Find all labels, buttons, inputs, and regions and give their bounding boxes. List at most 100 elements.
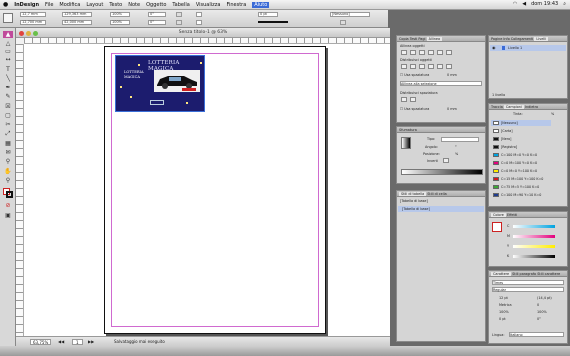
tab-testi[interactable]: Testi (410, 37, 418, 41)
menu-indesign[interactable]: InDesign (14, 2, 39, 8)
wifi-icon[interactable]: ◠ (513, 1, 517, 7)
distribute-bottom-icon[interactable] (419, 64, 425, 69)
lottery-advert-image[interactable]: LOTTERIA MAGICA LOTTERIA MAGICA (115, 55, 205, 112)
tab-copia[interactable]: Copia (399, 37, 409, 41)
horizontal-scale-field[interactable]: 100% (537, 310, 547, 314)
fill-stroke-swatch-icon[interactable] (3, 188, 13, 198)
tab-carattere[interactable]: Carattere (491, 272, 512, 276)
line-tool-icon[interactable]: ╲ (3, 75, 13, 82)
effects-button[interactable] (340, 20, 346, 25)
menu-layout[interactable]: Layout (86, 2, 103, 8)
fill-swatch[interactable] (196, 12, 202, 17)
spacing-value2[interactable]: 0 mm (447, 107, 457, 111)
hand-tool-icon[interactable]: ✋ (3, 168, 13, 175)
use-spacing2-checkbox[interactable]: ☐ Usa spaziatura (400, 107, 429, 111)
menu-visualizza[interactable]: Visualizza (196, 2, 221, 8)
table-style-row[interactable]: [Tabella di base] (398, 206, 484, 212)
first-page-icon[interactable]: ◀◀ (58, 337, 64, 346)
c-slider[interactable] (513, 225, 555, 228)
flip-v-button[interactable] (176, 20, 182, 25)
language-select[interactable]: Italiano (509, 332, 564, 337)
tab-pagi[interactable]: Pagi (418, 37, 425, 41)
gradient-ramp[interactable] (401, 169, 483, 175)
close-window-icon[interactable] (19, 31, 24, 36)
minimize-window-icon[interactable] (26, 31, 31, 36)
type-tool-icon[interactable]: T (3, 66, 13, 73)
scissors-tool-icon[interactable]: ✂ (3, 121, 13, 128)
swatch-item[interactable]: [Registro] (491, 144, 551, 150)
spacing-value[interactable]: 0 mm (447, 73, 457, 77)
swatch-item[interactable]: [Nessuno] (491, 120, 551, 126)
rectangle-tool-icon[interactable]: ▢ (3, 112, 13, 119)
distribute-top-icon[interactable] (401, 64, 407, 69)
vertical-scale-field[interactable]: 100% (499, 310, 509, 314)
free-transform-tool-icon[interactable]: ⤢ (3, 130, 13, 137)
tab-campioni[interactable]: Campioni (503, 105, 524, 109)
kerning-field[interactable]: Metrica (499, 303, 512, 307)
distribute-left-icon[interactable] (428, 64, 434, 69)
align-to-select[interactable]: Allinea alla selezione (400, 81, 482, 86)
align-hcenter-icon[interactable] (410, 50, 416, 55)
shear-field[interactable]: 0° (148, 20, 166, 25)
swatch-item[interactable]: C=0 M=0 Y=100 K=0 (491, 168, 551, 174)
scale-x-field[interactable]: 100% (110, 12, 130, 17)
zoom-window-icon[interactable] (33, 31, 38, 36)
font-style-select[interactable]: Regular (492, 287, 564, 292)
menu-testo[interactable]: Testo (109, 2, 122, 8)
pencil-tool-icon[interactable]: ✎ (3, 93, 13, 100)
y-slider[interactable] (513, 245, 555, 248)
distribute-hspace-icon[interactable] (410, 97, 416, 102)
distribute-vspace-icon[interactable] (401, 97, 407, 102)
color-fill-stroke-icon[interactable] (492, 222, 502, 232)
swatch-item[interactable]: [Carta] (491, 128, 551, 134)
stroke-type-line[interactable] (258, 21, 288, 24)
stroke-weight-field[interactable]: 0 pt (258, 12, 278, 17)
swatch-item[interactable]: C=100 M=90 Y=10 K=0 (491, 192, 551, 198)
align-top-icon[interactable] (428, 50, 434, 55)
rotate-field[interactable]: 0° (148, 12, 166, 17)
w-field[interactable]: 129,363 mm (62, 12, 92, 17)
swatch-item[interactable]: C=0 M=100 Y=0 K=0 (491, 160, 551, 166)
menu-tabella[interactable]: Tabella (172, 2, 189, 8)
volume-icon[interactable]: ◀ (522, 1, 526, 7)
y-field[interactable]: 12,700 mm (20, 20, 46, 25)
tab-stili-carattere[interactable]: Stili carattere (537, 272, 560, 276)
menu-finestra[interactable]: Finestra (226, 2, 246, 8)
x-field[interactable]: 12,7 mm (20, 12, 46, 17)
scale-y-field[interactable]: 100% (110, 20, 130, 25)
align-left-icon[interactable] (401, 50, 407, 55)
tab-stili-cella[interactable]: Stili di cella (427, 192, 446, 196)
vertical-ruler[interactable] (16, 44, 24, 336)
font-family-select[interactable]: Times (492, 280, 564, 285)
tab-info[interactable]: Info (503, 37, 509, 41)
leading-field[interactable]: (14,4 pt) (537, 296, 552, 300)
align-vcenter-icon[interactable] (437, 50, 443, 55)
selection-tool-icon[interactable]: ▲ (3, 31, 13, 38)
tracking-field[interactable]: 0 (537, 303, 539, 307)
font-size-field[interactable]: 12 pt (499, 296, 508, 300)
object-style-select[interactable]: [Nessuno] (330, 12, 370, 17)
gap-tool-icon[interactable]: ↔ (3, 56, 13, 63)
distribute-right-icon[interactable] (446, 64, 452, 69)
tab-effetti[interactable]: Effetti (507, 213, 517, 217)
menu-aiuto[interactable]: Aiuto (252, 1, 270, 8)
tipo-select[interactable] (441, 137, 479, 142)
use-spacing-checkbox[interactable]: ☐ Usa spaziatura (400, 73, 429, 77)
spotlight-icon[interactable]: ⌕ (563, 1, 566, 7)
document-page[interactable]: LOTTERIA MAGICA LOTTERIA MAGICA (104, 46, 326, 334)
menu-oggetto[interactable]: Oggetto (146, 2, 166, 8)
reverse-gradient-icon[interactable] (443, 158, 449, 163)
zoom-level[interactable]: 63,75% (30, 339, 52, 345)
rectangle-frame-tool-icon[interactable]: ☒ (3, 103, 13, 110)
m-slider[interactable] (513, 235, 555, 238)
page-number[interactable]: 1 (72, 339, 83, 345)
pen-tool-icon[interactable]: ✒ (3, 84, 13, 91)
gradient-tool-icon[interactable]: ▦ (3, 140, 13, 147)
tab-stili-tabella[interactable]: Stili di tabella (399, 192, 427, 196)
menu-file[interactable]: File (45, 2, 53, 8)
apply-none-icon[interactable]: ⊘ (3, 202, 13, 209)
tab-collegamenti[interactable]: Collegamenti (511, 37, 533, 41)
skew-field[interactable]: 0° (537, 317, 541, 321)
swatch-item[interactable]: C=15 M=100 Y=100 K=0 (491, 176, 551, 182)
distribute-hcenter-icon[interactable] (437, 64, 443, 69)
